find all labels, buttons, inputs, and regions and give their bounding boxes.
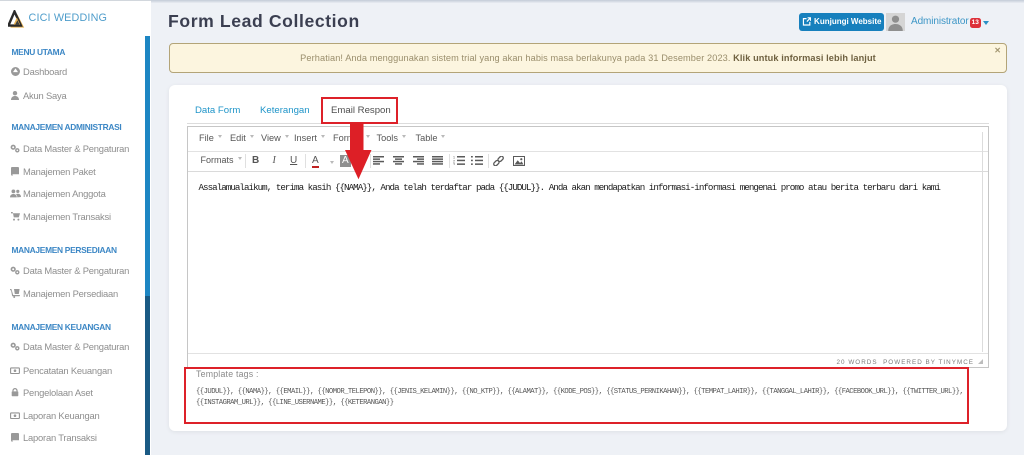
svg-text:3: 3	[453, 163, 455, 166]
